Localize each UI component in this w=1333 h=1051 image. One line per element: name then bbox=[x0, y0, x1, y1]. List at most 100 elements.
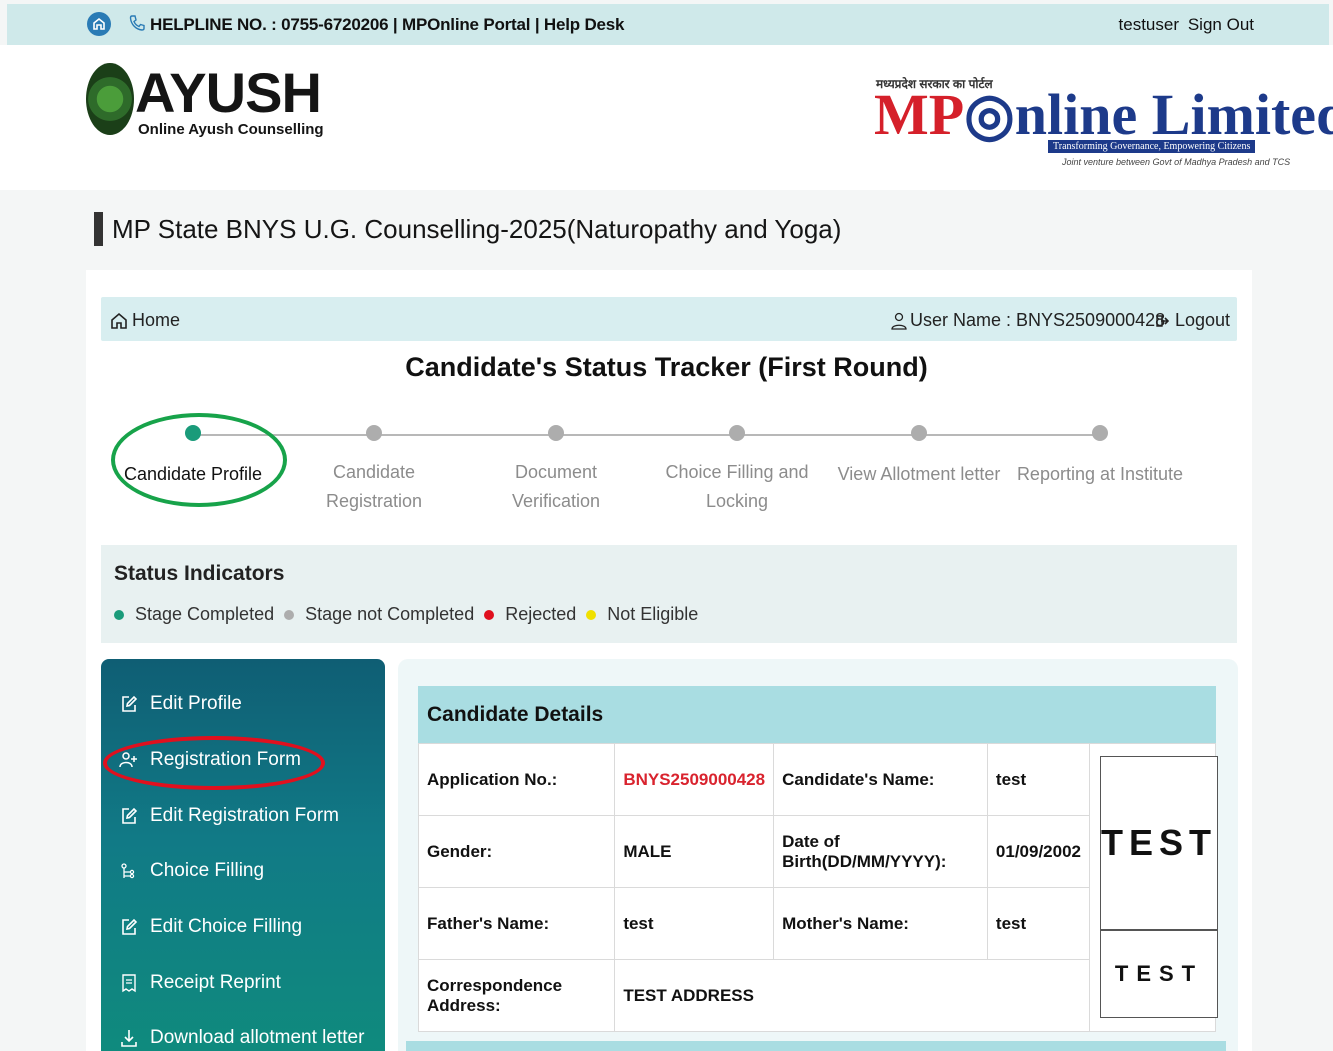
legend-not-eligible: Not Eligible bbox=[586, 604, 698, 625]
mother-name-value: test bbox=[986, 887, 1091, 960]
sidebar-item-edit-profile[interactable]: Edit Profile bbox=[118, 693, 242, 715]
nav-home-link[interactable]: Home bbox=[109, 310, 180, 331]
legend-label: Rejected bbox=[505, 604, 577, 624]
step-candidate-registration[interactable]: Candidate Registration bbox=[284, 425, 464, 516]
father-name-value: test bbox=[614, 887, 775, 960]
sidebar-item-receipt-reprint[interactable]: Receipt Reprint bbox=[118, 972, 281, 994]
sidebar-item-download-allotment-letter[interactable]: Download allotment letter bbox=[118, 1027, 364, 1049]
mother-name-label: Mother's Name: bbox=[773, 887, 988, 960]
sidebar-item-label: Edit Choice Filling bbox=[150, 916, 303, 937]
step-choice-filling[interactable]: Choice Filling and Locking bbox=[647, 425, 827, 516]
edit-icon bbox=[118, 916, 140, 938]
sidebar-item-label: Download allotment letter bbox=[150, 1027, 365, 1048]
step-dot bbox=[366, 425, 382, 441]
sidebar-item-label: Edit Registration Form bbox=[150, 805, 340, 826]
candidate-photo: TEST bbox=[1100, 756, 1218, 930]
step-dot bbox=[729, 425, 745, 441]
ayush-title: AYUSH bbox=[135, 61, 322, 124]
sidebar-menu: Edit Profile Registration Form Edit Regi… bbox=[101, 659, 385, 1051]
helpline-text: HELPLINE NO. : 0755-6720206 | MPOnline P… bbox=[150, 15, 625, 35]
mponline-logo: MP◎nline Limited bbox=[874, 85, 1333, 145]
sidebar-item-label: Choice Filling bbox=[150, 860, 265, 881]
candidate-signature: TEST bbox=[1100, 930, 1218, 1018]
receipt-icon bbox=[118, 972, 140, 994]
logout-label: Logout bbox=[1175, 310, 1231, 330]
sidebar-item-edit-choice-filling[interactable]: Edit Choice Filling bbox=[118, 916, 302, 938]
sidebar-item-choice-filling[interactable]: Choice Filling bbox=[118, 860, 264, 882]
photo-cell: TEST TEST bbox=[1089, 743, 1218, 1032]
inner-navbar: Home User Name : BNYS2509000428 Logout bbox=[101, 297, 1237, 341]
gender-value: MALE bbox=[614, 815, 775, 888]
legend-dot bbox=[284, 609, 295, 620]
logout-icon bbox=[1156, 314, 1169, 327]
site-header: AYUSH Online Ayush Counselling मध्यप्रदे… bbox=[0, 45, 1333, 190]
top-username: testuser bbox=[1118, 15, 1179, 34]
dob-label: Date of Birth(DD/MM/YYYY): bbox=[773, 815, 988, 888]
step-dot bbox=[548, 425, 564, 441]
page-title-text: MP State BNYS U.G. Counselling-2025(Natu… bbox=[112, 213, 842, 244]
legend-label: Stage not Completed bbox=[305, 604, 475, 624]
mponline-logo-o: ◎ bbox=[964, 82, 1015, 147]
ayush-subtitle: Online Ayush Counselling bbox=[138, 121, 324, 138]
edit-icon bbox=[118, 693, 140, 715]
page-title: MP State BNYS U.G. Counselling-2025(Natu… bbox=[94, 212, 841, 246]
user-icon bbox=[891, 312, 907, 330]
home-icon[interactable] bbox=[87, 12, 111, 36]
step-label: Choice Filling and Locking bbox=[665, 462, 809, 511]
candidate-details-title: Candidate Details bbox=[427, 703, 604, 726]
father-name-label: Father's Name: bbox=[417, 887, 616, 960]
candidate-name-value: test bbox=[986, 743, 1091, 816]
title-accent-bar bbox=[94, 212, 103, 246]
sidebar-item-label: Receipt Reprint bbox=[150, 972, 281, 993]
sidebar-item-label: Edit Profile bbox=[150, 693, 242, 714]
mponline-tagline: Transforming Governance, Empowering Citi… bbox=[1048, 140, 1256, 153]
step-reporting-at-institute[interactable]: Reporting at Institute bbox=[1010, 425, 1190, 489]
step-document-verification[interactable]: Document Verification bbox=[466, 425, 646, 516]
legend-rejected: Rejected bbox=[484, 604, 576, 625]
top-bar: HELPLINE NO. : 0755-6720206 | MPOnline P… bbox=[7, 4, 1329, 45]
sidebar-item-edit-registration-form[interactable]: Edit Registration Form bbox=[118, 805, 339, 827]
mponline-jv-note: Joint venture between Govt of Madhya Pra… bbox=[1062, 157, 1291, 167]
application-no-value: BNYS2509000428 bbox=[614, 743, 775, 816]
sign-out-link[interactable]: Sign Out bbox=[1188, 15, 1254, 35]
dob-value: 01/09/2002 bbox=[986, 815, 1091, 888]
table-row: Application No.: BNYS2509000428 Candidat… bbox=[417, 743, 1218, 1032]
download-icon bbox=[118, 1027, 140, 1049]
nav-username-label: User Name : BNYS2509000428 bbox=[910, 310, 1166, 330]
legend-label: Not Eligible bbox=[607, 604, 699, 624]
mponline-logo-mp: MP bbox=[874, 82, 965, 147]
edit-icon bbox=[118, 805, 140, 827]
step-label: Document Verification bbox=[511, 462, 601, 511]
legend-dot bbox=[114, 609, 124, 620]
tracker-title: Candidate's Status Tracker (First Round) bbox=[405, 352, 928, 382]
logout-link[interactable]: Logout bbox=[1155, 310, 1230, 331]
choice-icon bbox=[118, 860, 140, 882]
candidate-details-table: Application No.: BNYS2509000428 Candidat… bbox=[417, 743, 1218, 1032]
candidate-details-header: Candidate Details bbox=[418, 686, 1216, 743]
step-view-allotment-letter[interactable]: View Allotment letter bbox=[829, 425, 1009, 489]
phone-icon bbox=[128, 14, 146, 37]
step-label: View Allotment letter bbox=[837, 464, 1001, 484]
legend-stage-not-completed: Stage not Completed bbox=[284, 604, 474, 625]
ayush-emblem-logo bbox=[86, 63, 134, 135]
mponline-logo-text: nline Limited bbox=[1014, 82, 1333, 147]
mponline-portal-link[interactable]: MPOnline Portal | bbox=[402, 15, 540, 34]
legend-label: Stage Completed bbox=[135, 604, 275, 624]
status-indicators-panel: Status Indicators Stage Completed Stage … bbox=[101, 545, 1237, 643]
status-legend: Stage Completed Stage not Completed Reje… bbox=[114, 604, 708, 625]
help-desk-link[interactable]: Help Desk bbox=[544, 15, 625, 34]
step-label: Reporting at Institute bbox=[1016, 464, 1184, 484]
nav-username: User Name : BNYS2509000428 bbox=[891, 310, 1165, 331]
home-outline-icon bbox=[111, 312, 127, 329]
address-value: TEST ADDRESS bbox=[614, 959, 1090, 1032]
highlight-circle-green bbox=[111, 413, 287, 507]
step-dot bbox=[911, 425, 927, 441]
step-dot bbox=[1092, 425, 1108, 441]
gender-label: Gender: bbox=[417, 815, 616, 888]
candidate-name-label: Candidate's Name: bbox=[773, 743, 988, 816]
legend-dot bbox=[586, 609, 597, 620]
status-indicators-title: Status Indicators bbox=[114, 562, 285, 585]
nav-home-label: Home bbox=[132, 310, 181, 330]
step-label: Candidate Registration bbox=[325, 462, 423, 511]
legend-stage-completed: Stage Completed bbox=[114, 604, 274, 625]
